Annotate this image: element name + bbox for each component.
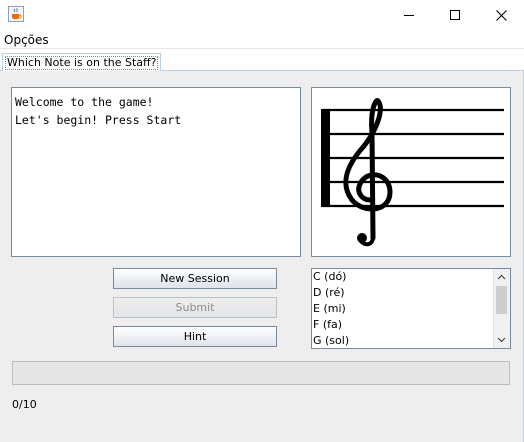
tab-label: Which Note is on the Staff? xyxy=(7,56,157,69)
menu-bar: Opções xyxy=(0,31,524,49)
message-line: Welcome to the game! xyxy=(15,95,154,109)
treble-clef-icon xyxy=(343,98,393,247)
java-coffee-cup-icon xyxy=(8,6,24,22)
scroll-thumb[interactable] xyxy=(496,286,507,314)
chevron-up-icon xyxy=(497,274,506,280)
close-icon xyxy=(495,9,507,21)
note-list[interactable]: C (dó) D (ré) E (mi) F (fa) G (sol) xyxy=(311,268,511,349)
message-text-area[interactable]: Welcome to the game! Let's begin! Press … xyxy=(11,87,301,257)
minimize-button[interactable] xyxy=(386,0,432,30)
staff-bar xyxy=(321,109,330,207)
chevron-down-icon xyxy=(497,337,506,343)
list-item[interactable]: C (dó) xyxy=(312,269,495,285)
score-label: 0/10 xyxy=(12,398,37,411)
title-bar[interactable] xyxy=(0,0,524,30)
minimize-icon xyxy=(404,15,414,16)
staff-image xyxy=(311,87,511,257)
new-session-button[interactable]: New Session xyxy=(113,268,277,289)
maximize-icon xyxy=(450,10,460,20)
submit-button[interactable]: Submit xyxy=(113,297,277,318)
list-item[interactable]: G (sol) xyxy=(312,333,495,348)
list-scrollbar[interactable] xyxy=(493,269,510,348)
progress-bar xyxy=(12,361,510,385)
list-item[interactable]: D (ré) xyxy=(312,285,495,301)
scroll-down-button[interactable] xyxy=(494,332,509,348)
tab-which-note[interactable]: Which Note is on the Staff? xyxy=(2,53,162,71)
scroll-up-button[interactable] xyxy=(494,269,509,285)
maximize-button[interactable] xyxy=(432,0,478,30)
hint-button[interactable]: Hint xyxy=(113,326,277,347)
treble-clef-staff xyxy=(321,98,504,247)
list-item[interactable]: F (fa) xyxy=(312,317,495,333)
menu-opcoes[interactable]: Opções xyxy=(4,33,49,47)
close-button[interactable] xyxy=(478,0,524,30)
list-item[interactable]: E (mi) xyxy=(312,301,495,317)
message-line: Let's begin! Press Start xyxy=(15,113,182,127)
